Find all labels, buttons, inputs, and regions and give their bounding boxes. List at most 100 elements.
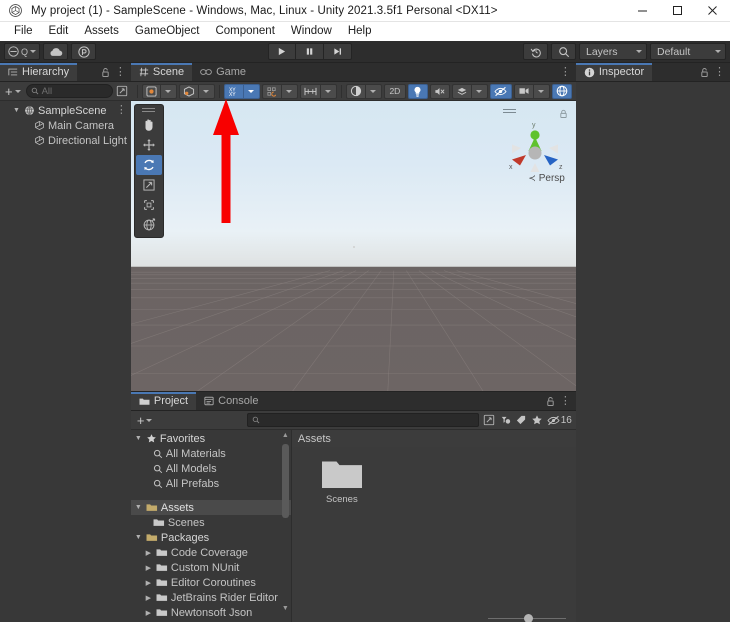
project-tree-scrollbar[interactable]: ▲ ▼	[281, 432, 289, 612]
view-options-dropdown[interactable]	[178, 83, 215, 99]
tab-console[interactable]: Console	[196, 392, 267, 410]
project-item-packages[interactable]: ▼ Packages	[131, 530, 291, 545]
chevron-right-icon[interactable]: ▶	[144, 549, 153, 557]
chevron-down-icon[interactable]: ▼	[12, 107, 21, 114]
minimize-button[interactable]	[625, 0, 660, 22]
step-button[interactable]	[323, 43, 352, 60]
snap-icon	[299, 83, 320, 99]
scroll-down-icon[interactable]: ▼	[282, 605, 289, 612]
project-item-favorites[interactable]: ▼ Favorites	[131, 431, 291, 446]
hierarchy-filter-icon[interactable]	[116, 85, 128, 97]
tab-inspector[interactable]: Inspector	[575, 63, 653, 81]
inspector-menu-icon[interactable]: ⋮	[714, 66, 725, 78]
save-search-icon[interactable]	[483, 414, 495, 426]
hidden-objects-button[interactable]	[489, 83, 512, 99]
lock-icon[interactable]	[700, 67, 709, 78]
lock-icon[interactable]	[546, 396, 555, 407]
tab-scene[interactable]: Scene	[130, 63, 193, 81]
hierarchy-item-directional-light[interactable]: Directional Light	[0, 133, 131, 148]
hidden-assets-count[interactable]: 16	[547, 415, 572, 426]
asset-size-slider[interactable]	[487, 612, 566, 622]
search-icon	[558, 46, 569, 57]
hand-tool[interactable]	[136, 115, 162, 135]
slider-knob[interactable]	[523, 613, 533, 622]
project-item-assets[interactable]: ▼ Assets	[130, 500, 291, 515]
scene-menu-icon[interactable]: ⋮	[560, 66, 571, 78]
layout-dropdown[interactable]: Default	[650, 43, 726, 60]
scale-tool[interactable]	[136, 175, 162, 195]
project-item-editor-coroutines[interactable]: ▶ Editor Coroutines	[131, 575, 291, 590]
maximize-button[interactable]	[660, 0, 695, 22]
camera-settings-dropdown[interactable]	[513, 83, 550, 99]
hierarchy-item-main-camera[interactable]: Main Camera	[0, 118, 131, 133]
menu-gameobject[interactable]: GameObject	[127, 22, 208, 41]
chevron-down-icon[interactable]: ▼	[134, 504, 143, 511]
project-item-all-models[interactable]: All Models	[131, 461, 291, 476]
scene-lighting-button[interactable]	[407, 83, 428, 99]
lock-icon[interactable]	[101, 67, 110, 78]
tab-project[interactable]: Project	[130, 392, 197, 410]
chevron-down-icon[interactable]: ▼	[134, 534, 143, 541]
project-add-button[interactable]: +	[135, 413, 155, 428]
chevron-right-icon[interactable]: ▶	[144, 609, 153, 617]
hierarchy-add-button[interactable]: +	[3, 84, 23, 99]
chevron-right-icon[interactable]: ▶	[144, 594, 153, 602]
account-dropdown[interactable]: Q	[4, 43, 41, 60]
undo-history-button[interactable]	[523, 43, 548, 60]
cloud-button[interactable]	[43, 43, 69, 60]
menu-component[interactable]: Component	[207, 22, 282, 41]
toggle-2d-button[interactable]: 2D	[383, 83, 406, 99]
grid-visibility-dropdown[interactable]	[261, 83, 298, 99]
filter-by-favorite-icon[interactable]	[531, 414, 543, 426]
gizmos-button[interactable]	[551, 83, 572, 99]
close-button[interactable]	[695, 0, 730, 22]
project-breadcrumb[interactable]: Assets	[291, 430, 576, 447]
project-search-input[interactable]	[246, 413, 479, 427]
effects-dropdown[interactable]	[451, 83, 488, 99]
hierarchy-item-menu-icon[interactable]: ⋮	[116, 105, 127, 116]
play-button[interactable]	[267, 43, 296, 60]
menu-assets[interactable]: Assets	[76, 22, 127, 41]
services-button[interactable]	[71, 43, 97, 60]
chevron-down-icon[interactable]: ▼	[134, 435, 143, 442]
filter-by-type-icon[interactable]	[499, 414, 511, 426]
menu-window[interactable]: Window	[283, 22, 340, 41]
global-search-button[interactable]	[551, 43, 576, 60]
audio-toggle-button[interactable]	[429, 83, 450, 99]
project-item-all-materials[interactable]: All Materials	[131, 446, 291, 461]
fx-dropdown[interactable]: XY XY	[223, 83, 260, 99]
hierarchy-menu-icon[interactable]: ⋮	[115, 66, 126, 78]
move-tool[interactable]	[136, 135, 162, 155]
tab-game[interactable]: Game	[192, 63, 255, 81]
scrollbar-thumb[interactable]	[281, 444, 289, 518]
project-item-all-prefabs[interactable]: All Prefabs	[131, 476, 291, 491]
project-item-code-coverage[interactable]: ▶ Code Coverage	[131, 545, 291, 560]
menu-help[interactable]: Help	[340, 22, 380, 41]
menu-edit[interactable]: Edit	[41, 22, 77, 41]
scroll-up-icon[interactable]: ▲	[282, 432, 289, 439]
menu-file[interactable]: File	[6, 22, 41, 41]
asset-item-scenes[interactable]: Scenes	[314, 457, 370, 505]
rotate-tool[interactable]	[135, 155, 162, 175]
tab-hierarchy[interactable]: Hierarchy	[0, 63, 78, 81]
scene-projection-label[interactable]: ≺ Persp	[528, 173, 564, 184]
chevron-right-icon[interactable]: ▶	[144, 564, 153, 572]
project-menu-icon[interactable]: ⋮	[560, 395, 571, 407]
project-item-scenes[interactable]: Scenes	[131, 515, 291, 530]
rect-tool[interactable]	[136, 195, 162, 215]
draw-mode-dropdown[interactable]	[141, 83, 177, 99]
chevron-right-icon[interactable]: ▶	[144, 579, 153, 587]
filter-by-label-icon[interactable]	[515, 414, 527, 426]
grid-snap-dropdown[interactable]	[299, 83, 337, 99]
project-item-newtonsoft-json[interactable]: ▶ Newtonsoft Json	[131, 605, 291, 620]
scene-lighting-dropdown[interactable]	[345, 83, 382, 99]
hierarchy-item-samplescene[interactable]: ▼ SampleScene ⋮	[0, 103, 131, 118]
project-item-custom-nunit[interactable]: ▶ Custom NUnit	[131, 560, 291, 575]
layers-dropdown[interactable]: Layers	[579, 43, 647, 60]
tool-palette-drag-handle[interactable]	[142, 107, 156, 113]
transform-tool[interactable]	[136, 215, 162, 235]
pause-button[interactable]	[295, 43, 324, 60]
project-item-jetbrains-rider-editor[interactable]: ▶ JetBrains Rider Editor	[131, 590, 291, 605]
scene-viewport[interactable]: x z y ≺ Persp	[130, 101, 576, 391]
hierarchy-search-input[interactable]: All	[25, 84, 113, 98]
